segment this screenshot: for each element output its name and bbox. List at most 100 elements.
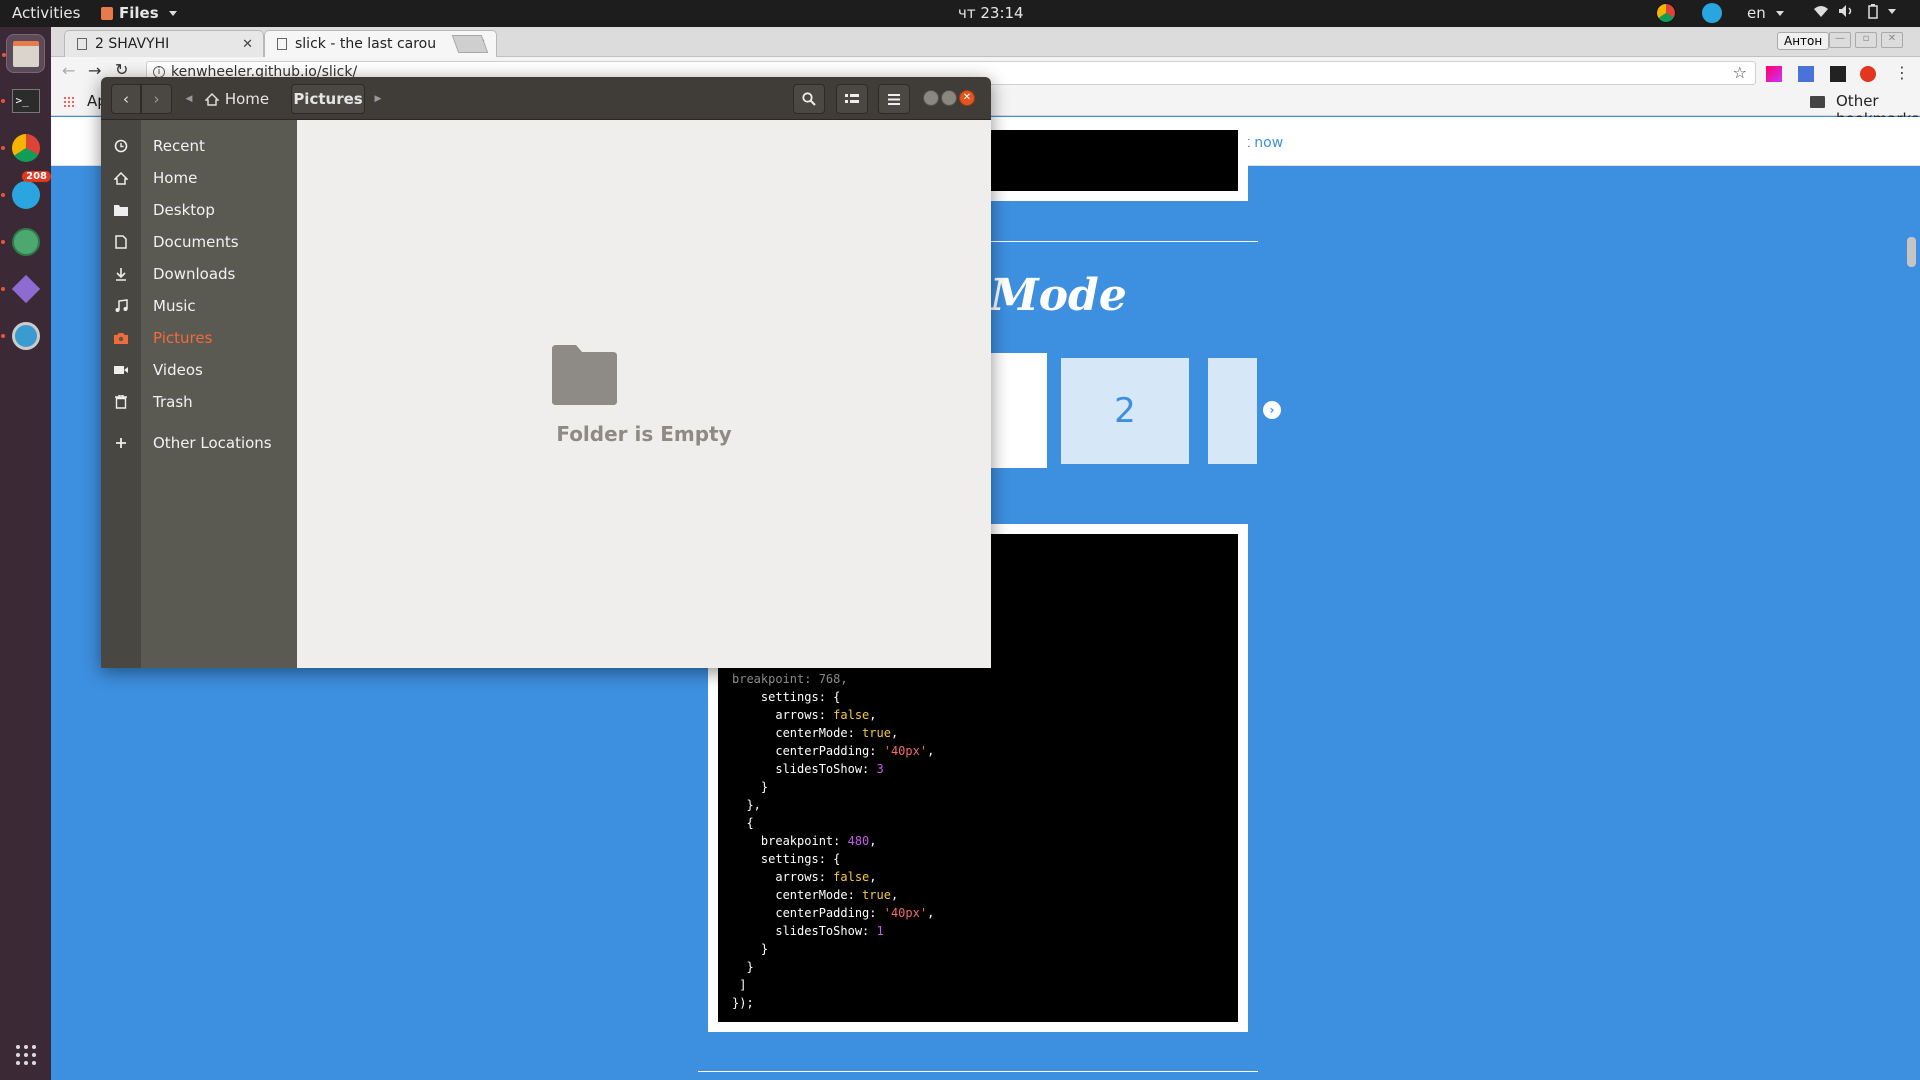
chrome-tray-icon[interactable]	[1656, 3, 1676, 23]
chrome-launcher[interactable]	[1, 128, 45, 167]
tab-shavyhi[interactable]: 2 SHAVYHI ✕	[64, 30, 264, 57]
sidebar-item-trash[interactable]: Trash	[101, 386, 297, 418]
window-maximize-button[interactable]	[941, 90, 957, 106]
files-launcher[interactable]	[2, 34, 45, 73]
page-icon	[277, 38, 287, 50]
atom-launcher[interactable]	[1, 222, 45, 261]
page-icon	[77, 38, 87, 50]
chevron-down-icon	[1888, 9, 1896, 14]
chevron-right-icon: ›	[153, 90, 160, 108]
path-scroll-left[interactable]: ◀	[182, 84, 196, 114]
app-grid-icon	[15, 1044, 36, 1065]
telegram-tray-icon[interactable]	[1702, 3, 1722, 23]
sidebar-item-home[interactable]: Home	[101, 162, 297, 194]
mail-extension-icon[interactable]	[1830, 66, 1846, 82]
next-arrow-icon[interactable]: ›	[1263, 401, 1281, 419]
adblock-icon[interactable]	[1860, 66, 1876, 82]
path-home-button[interactable]: Home	[197, 84, 277, 114]
app-menu[interactable]: Files	[101, 4, 177, 22]
terminal-icon: >_	[11, 88, 40, 113]
code-line: slidesToShow: 1	[732, 924, 884, 938]
close-icon: ✕	[962, 92, 972, 103]
clock-icon	[101, 139, 141, 153]
profile-button[interactable]: Антон	[1777, 32, 1830, 50]
menu-button[interactable]	[878, 84, 910, 114]
slide-2[interactable]: 2	[1061, 358, 1189, 464]
telegram-icon	[11, 180, 40, 209]
sidebar-item-documents[interactable]: Documents	[101, 226, 297, 258]
path-scroll-right[interactable]: ▶	[371, 84, 385, 114]
translate-icon[interactable]	[1798, 66, 1814, 82]
sidebar-items: Recent Home Desktop Documents Downloads …	[101, 120, 297, 668]
terminal-launcher[interactable]: >_	[1, 81, 45, 120]
empty-folder-message: Folder is Empty	[556, 422, 732, 446]
camera-icon	[101, 332, 141, 344]
diamond-icon	[11, 274, 40, 303]
code-line: }	[732, 942, 769, 956]
telegram-launcher[interactable]: 208	[1, 171, 51, 214]
sidebar-item-recent[interactable]: Recent	[101, 130, 297, 162]
running-indicator	[1, 287, 5, 291]
home-icon	[101, 171, 141, 185]
sidebar-item-videos[interactable]: Videos	[101, 354, 297, 386]
code-line: {	[732, 816, 754, 830]
section-divider	[698, 1071, 1258, 1072]
new-tab-button[interactable]	[451, 35, 489, 53]
folder-icon	[1810, 96, 1825, 108]
files-content-area[interactable]: Folder is Empty	[297, 120, 991, 668]
back-button[interactable]: ‹	[111, 84, 141, 114]
search-button[interactable]	[793, 84, 825, 114]
folder-icon	[101, 204, 141, 216]
minimize-button[interactable]: —	[1829, 32, 1851, 48]
page-scrollbar[interactable]	[1907, 237, 1916, 267]
sidebar-item-other-locations[interactable]: Other Locations	[101, 427, 297, 459]
window-minimize-button[interactable]	[923, 90, 939, 106]
wifi-icon[interactable]	[1813, 4, 1829, 18]
show-applications-button[interactable]	[6, 1035, 45, 1074]
trash-icon	[101, 395, 141, 409]
sidebar-item-music[interactable]: Music	[101, 290, 297, 322]
close-tab-icon[interactable]: ✕	[242, 37, 253, 52]
diamond-app-launcher[interactable]	[1, 269, 45, 308]
forward-button[interactable]: ›	[141, 84, 172, 114]
volume-icon[interactable]	[1838, 4, 1854, 18]
maximize-button[interactable]: ▫	[1855, 32, 1877, 48]
language-indicator[interactable]: en	[1747, 4, 1784, 22]
path-current-button[interactable]: Pictures	[291, 84, 365, 114]
plus-icon	[101, 437, 141, 449]
sidebar-item-pictures[interactable]: Pictures	[101, 322, 297, 354]
files-headerbar: ‹ › ◀ Home Pictures ▶ ✕	[101, 77, 991, 120]
clock[interactable]: чт 23:14	[958, 4, 1024, 22]
battery-icon[interactable]	[1868, 4, 1896, 19]
document-icon	[101, 235, 141, 249]
window-close-button[interactable]: ✕	[959, 90, 975, 106]
settings-app-icon	[11, 321, 40, 350]
code-line: settings: {	[732, 690, 841, 704]
code-line: }	[732, 960, 754, 974]
extension-icon[interactable]	[1766, 66, 1782, 82]
video-icon	[101, 365, 141, 375]
activities-button[interactable]: Activities	[12, 4, 80, 22]
sidebar-item-desktop[interactable]: Desktop	[101, 194, 297, 226]
atom-icon	[11, 227, 40, 256]
running-indicator	[1, 193, 5, 197]
chevron-left-icon: ‹	[123, 90, 129, 108]
hamburger-icon	[888, 93, 900, 105]
sidebar-item-downloads[interactable]: Downloads	[101, 258, 297, 290]
code-line: breakpoint: 480,	[732, 834, 877, 848]
top-bar: Activities Files чт 23:14 en	[0, 0, 1920, 27]
empty-folder-icon	[552, 345, 617, 405]
slide-next[interactable]	[1208, 358, 1257, 464]
back-icon[interactable]: ←	[62, 61, 75, 80]
bookmark-star-icon[interactable]: ☆	[1733, 63, 1747, 82]
view-toggle-button[interactable]	[836, 84, 868, 114]
menu-dots-icon[interactable]: ⋮	[1894, 63, 1910, 82]
running-indicator	[1, 146, 5, 150]
settings-launcher[interactable]	[1, 316, 45, 355]
code-line: arrows: false,	[732, 708, 877, 722]
notification-badge: 208	[22, 171, 51, 182]
code-line: centerMode: true,	[732, 726, 899, 740]
forward-icon[interactable]: →	[88, 61, 101, 80]
close-window-button[interactable]: ✕	[1881, 32, 1903, 48]
apps-grid-icon[interactable]	[63, 96, 75, 108]
